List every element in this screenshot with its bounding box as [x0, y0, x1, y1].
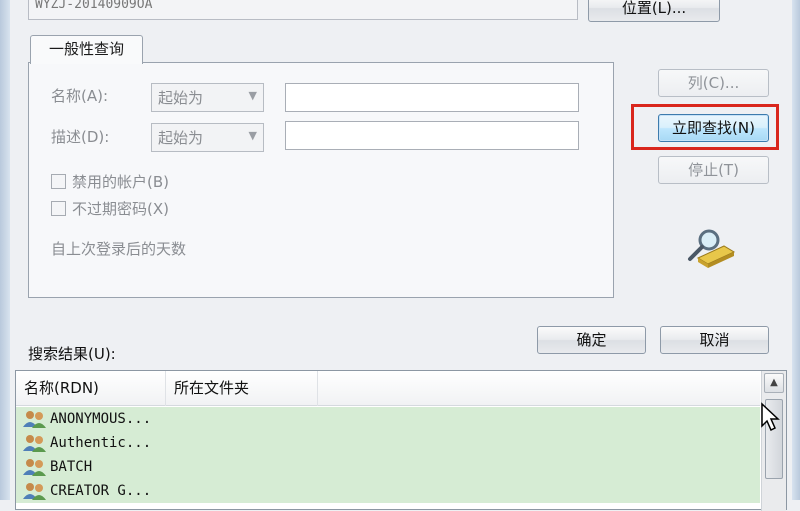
- non-expiring-password-checkbox[interactable]: 不过期密码(X): [51, 198, 169, 219]
- name-label: 名称(A):: [51, 87, 109, 105]
- column-header-folder[interactable]: 所在文件夹: [166, 371, 318, 406]
- stop-button[interactable]: 停止(T): [658, 156, 769, 184]
- description-mode-select[interactable]: 起始为 ▼: [151, 123, 264, 152]
- disabled-accounts-label: 禁用的帐户(B): [72, 173, 169, 191]
- row-name: CREATOR G...: [50, 483, 152, 499]
- name-input[interactable]: [285, 83, 579, 112]
- search-results-list[interactable]: 名称(RDN) 所在文件夹 ANONYMOUS... Authentic... …: [15, 370, 787, 511]
- table-row[interactable]: BATCH: [16, 455, 760, 479]
- results-rows: ANONYMOUS... Authentic... BATCH CREATOR …: [16, 407, 760, 503]
- chevron-down-icon: ▼: [248, 89, 257, 102]
- table-row[interactable]: ANONYMOUS...: [16, 407, 760, 431]
- search-results-label: 搜索结果(U):: [28, 345, 116, 363]
- results-scrollbar[interactable]: ▲: [761, 371, 786, 511]
- ok-button[interactable]: 确定: [537, 326, 646, 354]
- name-mode-select[interactable]: 起始为 ▼: [151, 83, 264, 112]
- description-mode-value: 起始为: [158, 129, 204, 147]
- user-group-icon: [23, 411, 46, 428]
- table-row[interactable]: Authentic...: [16, 431, 760, 455]
- non-expiring-password-label: 不过期密码(X): [72, 200, 169, 218]
- name-mode-value: 起始为: [158, 89, 204, 107]
- window-border-right: [792, 0, 800, 500]
- disabled-accounts-checkbox[interactable]: 禁用的帐户(B): [51, 171, 169, 192]
- description-input[interactable]: [285, 121, 579, 150]
- days-since-logon-label: 自上次登录后的天数: [51, 240, 187, 258]
- column-header-name[interactable]: 名称(RDN): [16, 371, 166, 406]
- row-name: Authentic...: [50, 435, 152, 451]
- mouse-cursor-icon: [761, 402, 780, 432]
- magnifier-folder-icon: [688, 229, 736, 268]
- checkbox-box: [51, 174, 66, 189]
- find-now-button[interactable]: 立即查找(N): [658, 114, 769, 142]
- columns-button[interactable]: 列(C)...: [658, 69, 769, 97]
- cancel-button[interactable]: 取消: [660, 326, 769, 354]
- user-group-icon: [23, 483, 46, 500]
- results-header: 名称(RDN) 所在文件夹: [16, 371, 760, 406]
- user-group-icon: [23, 459, 46, 476]
- user-group-icon: [23, 435, 46, 452]
- locations-button[interactable]: 位置(L)...: [588, 0, 720, 22]
- scroll-up-icon[interactable]: ▲: [764, 373, 784, 393]
- description-label: 描述(D):: [51, 128, 110, 146]
- location-field: WYZJ-20140909OA: [28, 0, 578, 20]
- query-panel: 名称(A): 起始为 ▼ 描述(D): 起始为 ▼ 禁用的帐户(B) 不过期密码…: [28, 62, 614, 298]
- checkbox-box: [51, 201, 66, 216]
- table-row[interactable]: CREATOR G...: [16, 479, 760, 503]
- row-name: ANONYMOUS...: [50, 411, 152, 427]
- chevron-down-icon: ▼: [248, 129, 257, 142]
- window-border-left: [0, 0, 10, 500]
- row-name: BATCH: [50, 459, 93, 475]
- tab-general-query[interactable]: 一般性查询: [30, 35, 143, 64]
